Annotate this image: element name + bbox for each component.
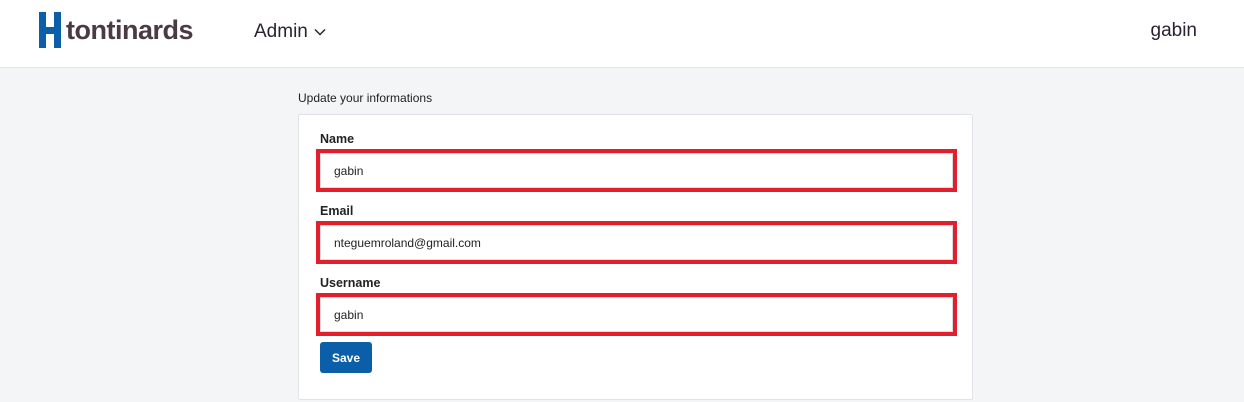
current-user-name[interactable]: gabin [1151,20,1198,42]
username-field-highlight [316,293,957,336]
username-label: Username [320,276,381,290]
email-input[interactable] [320,225,953,260]
email-field-highlight [316,221,957,264]
h-logo-icon [39,12,61,48]
brand-name: tontinards [66,15,194,45]
profile-form-card: Name Email Username Save [298,114,973,400]
top-navbar: tontinards Admin gabin [0,0,1244,68]
name-label: Name [320,132,355,146]
admin-menu-label: Admin [254,21,308,42]
admin-menu-dropdown[interactable]: Admin [254,20,326,44]
save-button[interactable]: Save [320,342,372,373]
name-input[interactable] [320,153,953,188]
chevron-down-icon [314,28,326,36]
name-field-highlight [316,149,957,192]
username-input[interactable] [320,297,953,332]
page-title: Update your informations [298,91,433,105]
email-label: Email [320,204,354,218]
brand-logo[interactable]: tontinards [38,10,194,50]
